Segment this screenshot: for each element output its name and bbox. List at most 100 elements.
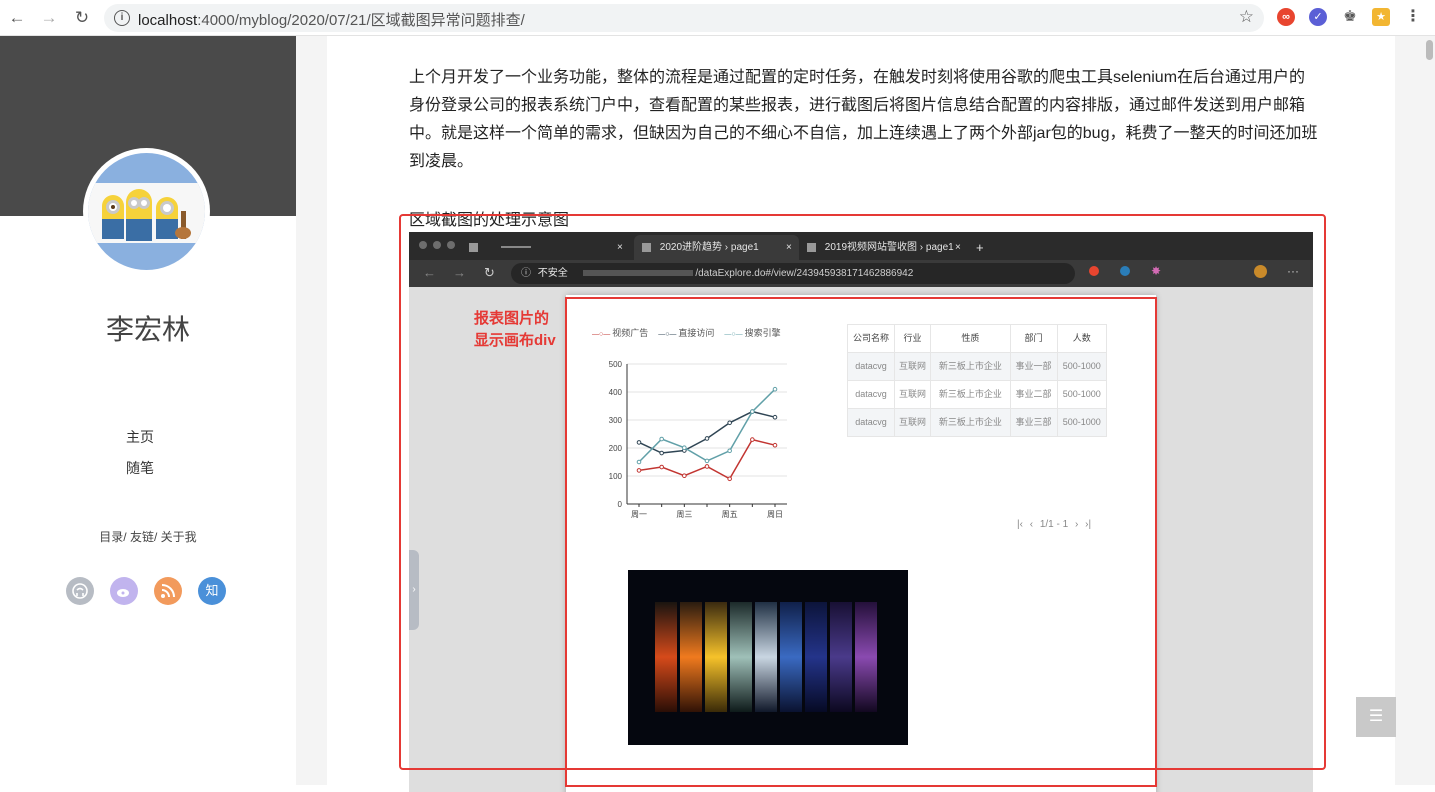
check-icon[interactable]: ✓ (1309, 8, 1327, 26)
legend-marker: —○— (724, 331, 745, 338)
table-header: 人数 (1056, 324, 1108, 353)
menu-item-home[interactable]: 主页 (0, 427, 280, 447)
data-point (727, 420, 732, 426)
legend-label: 搜索引擎 (744, 328, 781, 338)
link-toc[interactable]: 目录/ (99, 530, 126, 544)
avatar[interactable] (83, 148, 210, 275)
forward-button[interactable]: → (38, 7, 60, 29)
last-page-icon: ›| (1085, 519, 1092, 530)
table-cell: 互联网 (893, 408, 932, 437)
minions-illustration (88, 183, 205, 243)
article-paragraph: 上个月开发了一个业务功能，整体的流程是通过配置的定时任务，在触发时刻将使用谷歌的… (409, 69, 1318, 170)
table-header-row: 公司名称 行业 性质 部门 人数 (847, 324, 1108, 353)
y-tick-label: 300 (609, 416, 623, 425)
table-cell: datacvg (847, 352, 895, 381)
page-icon (807, 242, 816, 252)
pinwheel-icon: ✸ (1151, 264, 1162, 278)
side-handle: › (409, 550, 419, 630)
legend-marker: —○— (592, 331, 613, 338)
data-point (636, 440, 642, 445)
star-icon[interactable]: ☆ (1239, 7, 1254, 27)
screenshot-tab-strip: × 2020进阶趋势 › page1 × 2019视频网站警收图 › page1… (409, 232, 1313, 260)
sidebar-links: 目录/ 友链/ 关于我 (0, 528, 296, 545)
y-tick-label: 500 (609, 360, 623, 369)
url-text[interactable]: localhost:4000/myblog/2020/07/21/区域截图异常问… (138, 9, 525, 30)
figure-screenshot: × 2020进阶趋势 › page1 × 2019视频网站警收图 › page1… (409, 232, 1313, 792)
close-icon: × (786, 242, 792, 253)
close-icon: × (955, 242, 961, 253)
data-point (727, 476, 732, 482)
rss-icon[interactable] (154, 577, 182, 605)
url-path: :4000/myblog/2020/07/21/区域截图异常问题排查/ (197, 12, 525, 29)
puzzle-icon[interactable]: ♚ (1341, 8, 1359, 26)
scrollbar-thumb[interactable] (1426, 40, 1433, 60)
menu-item-essays[interactable]: 随笔 (0, 458, 280, 478)
circle-icon (1120, 266, 1130, 276)
more-icon: ··· (1287, 264, 1299, 278)
data-point (772, 442, 778, 448)
legend-item: —○— 视频广告 (592, 328, 648, 338)
x-tick-label: 周三 (676, 510, 692, 519)
back-button[interactable]: ← (6, 7, 28, 29)
table-cell: 500-1000 (1056, 352, 1108, 381)
zhihu-icon[interactable]: 知 (198, 577, 226, 605)
avatar-icon[interactable]: ★ (1372, 8, 1390, 26)
data-point (750, 437, 755, 442)
link-about[interactable]: 关于我 (161, 530, 197, 544)
minions-avatar-image (88, 153, 205, 270)
legend-item: —○— 直接访问 (658, 328, 714, 338)
article-column: 上个月开发了一个业务功能，整体的流程是通过配置的定时任务，在触发时刻将使用谷歌的… (327, 36, 1395, 792)
blurred-title (500, 246, 531, 249)
table-header: 公司名称 (847, 324, 895, 353)
figure-caption: 区域截图的处理示意图 (409, 212, 570, 229)
more-vert-icon[interactable]: ⋮ (1404, 8, 1422, 26)
sidebar: 李宏林 主页 随笔 目录/ 友链/ 关于我 知 (0, 36, 296, 785)
screenshot-tab: 2019视频网站警收图 › page1 × (807, 235, 967, 260)
data-point (682, 445, 687, 451)
menu-float-button[interactable]: ☰ (1356, 697, 1396, 737)
address-bar[interactable]: i localhost:4000/myblog/2020/07/21/区域截图异… (104, 4, 1264, 32)
avatar-icon (1254, 265, 1267, 278)
reload-button[interactable]: ↻ (71, 7, 93, 29)
x-tick-label: 周五 (722, 510, 738, 519)
legend-item: —○— 搜索引擎 (724, 328, 780, 338)
table-cell: 500-1000 (1056, 408, 1108, 437)
screenshot-url: ⓘ 不安全 /dataExplore.do#/view/243945938171… (511, 263, 1075, 284)
info-icon: ⓘ (521, 268, 531, 279)
table-cell: 互联网 (893, 380, 932, 409)
series-line (638, 388, 776, 463)
arrow-right-icon: → (453, 265, 466, 280)
table-cell: 新三板上市企业 (930, 380, 1011, 409)
table-cell: 事业三部 (1009, 408, 1058, 437)
arrow-left-icon: ← (8, 8, 26, 27)
x-tick-label: 周日 (767, 510, 783, 519)
data-point (727, 448, 732, 454)
table-cell: datacvg (847, 408, 895, 437)
weibo-icon[interactable] (110, 577, 138, 605)
insecure-label: 不安全 (537, 268, 568, 279)
table-cell: datacvg (847, 380, 895, 409)
table-pager: |‹ ‹ 1/1 - 1 › ›| (1017, 519, 1091, 530)
table-cell: 事业二部 (1009, 380, 1058, 409)
table-cell: 新三板上市企业 (930, 408, 1011, 437)
infinity-icon[interactable]: ∞ (1277, 8, 1295, 26)
table-cell: 事业一部 (1009, 352, 1058, 381)
y-tick-label: 0 (618, 500, 623, 509)
info-icon[interactable]: i (114, 10, 130, 26)
browser-toolbar: ← → ↻ i localhost:4000/myblog/2020/07/21… (0, 0, 1435, 36)
data-point (704, 464, 710, 469)
data-point (750, 409, 755, 414)
scrollbar[interactable] (1423, 36, 1435, 785)
url-host: localhost (138, 12, 198, 29)
window-dot (433, 241, 441, 249)
arrow-left-icon: ← (423, 265, 436, 280)
new-tab-icon: + (976, 240, 984, 255)
screenshot-tab-blurred: × (469, 235, 629, 260)
data-table: 公司名称 行业 性质 部门 人数 datacvg 互联网 新三板上市企业 事业一… (847, 324, 1108, 437)
link-friends[interactable]: 友链/ (130, 530, 157, 544)
data-point (659, 436, 664, 442)
github-icon[interactable] (66, 577, 94, 605)
legend-label: 直接访问 (678, 328, 715, 338)
data-point (636, 459, 642, 465)
gallery-image (628, 570, 908, 745)
